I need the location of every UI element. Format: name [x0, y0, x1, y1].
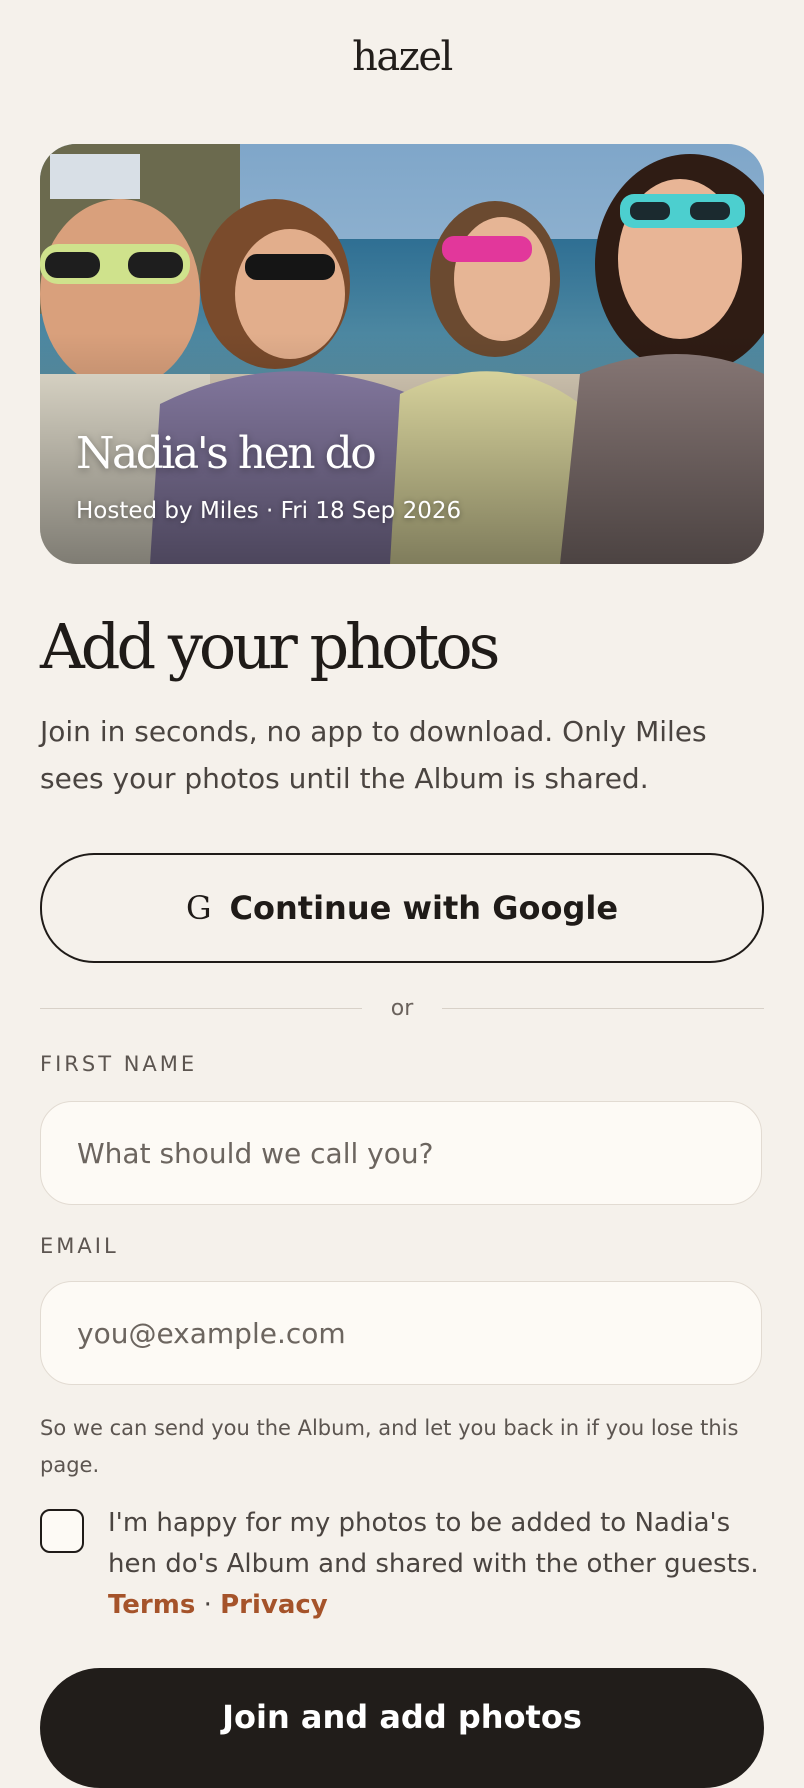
google-g-icon: G — [185, 889, 212, 927]
event-hero-image: Nadia's hen do Hosted by Miles · Fri 18 … — [40, 144, 764, 564]
event-subtitle: Hosted by Miles · Fri 18 Sep 2026 — [76, 498, 462, 524]
join-button-label: Join and add photos — [222, 1698, 582, 1736]
terms-link[interactable]: Terms — [108, 1590, 195, 1620]
hazel-logo: hazel — [352, 34, 453, 80]
continue-with-google-button[interactable]: G Continue with Google — [40, 853, 764, 963]
consent-text: I'm happy for my photos to be added to N… — [108, 1508, 759, 1579]
first-name-input[interactable] — [40, 1101, 762, 1205]
or-divider: or — [40, 990, 764, 1026]
google-button-label: Continue with Google — [229, 889, 619, 927]
divider-line-right — [442, 1007, 764, 1009]
divider-line-left — [40, 1007, 362, 1009]
consent-checkbox[interactable] — [40, 1509, 84, 1553]
consent-text-block: I'm happy for my photos to be added to N… — [108, 1503, 768, 1626]
email-label: EMAIL — [40, 1234, 119, 1258]
email-hint: So we can send you the Album, and let yo… — [40, 1416, 739, 1477]
join-and-add-photos-button[interactable]: Join and add photos — [40, 1668, 764, 1788]
privacy-link[interactable]: Privacy — [220, 1590, 328, 1620]
email-input[interactable] — [40, 1281, 762, 1385]
link-separator: · — [195, 1590, 221, 1620]
event-title: Nadia's hen do — [76, 428, 377, 479]
page-title: Add your photos — [40, 610, 500, 683]
first-name-label: FIRST NAME — [40, 1052, 198, 1076]
divider-text: or — [390, 995, 414, 1021]
intro-text: Join in seconds, no app to download. Onl… — [40, 715, 707, 795]
